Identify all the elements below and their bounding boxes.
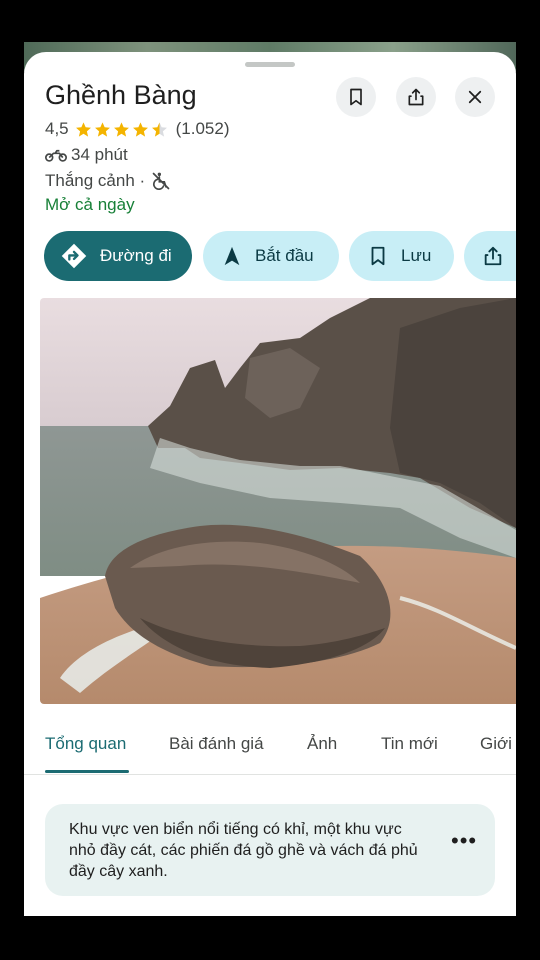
directions-icon [61,243,87,269]
tab-photos[interactable]: Ảnh [307,734,337,754]
navigation-arrow-icon [224,246,240,266]
close-button[interactable] [455,77,495,117]
place-title: Ghềnh Bàng [45,80,197,110]
place-photo[interactable] [40,298,516,704]
rating-row[interactable]: 4,5 (1.052) [45,119,230,139]
start-label: Bắt đầu [255,246,314,265]
more-options-icon[interactable]: ••• [451,828,477,854]
star-icon [113,121,129,137]
travel-time-row: 34 phút [45,145,128,165]
bookmark-icon [371,246,385,266]
save-chip[interactable]: Lưu [349,231,454,281]
rating-value: 4,5 [45,119,69,138]
active-tab-indicator [45,770,129,773]
start-button[interactable]: Bắt đầu [203,231,339,281]
share-icon [484,246,502,266]
place-sheet: Ghềnh Bàng 4,5 (1.052) 34 phút Thắng cản… [24,52,516,916]
star-icon [75,121,91,137]
save-label: Lưu [401,246,432,265]
category-label: Thắng cảnh · [45,171,146,190]
bookmark-icon [350,88,362,106]
tab-updates[interactable]: Tin mới [381,734,438,754]
no-wheelchair-icon [152,172,170,190]
description-text: Khu vực ven biển nổi tiếng có khỉ, một k… [69,821,418,880]
category-row: Thắng cảnh · [45,171,171,191]
description-card[interactable]: Khu vực ven biển nổi tiếng có khỉ, một k… [45,804,495,896]
open-hours: Mở cả ngày [45,195,135,214]
share-button[interactable] [396,77,436,117]
tab-reviews[interactable]: Bài đánh giá [169,734,264,754]
tab-bar: Tổng quan Bài đánh giá Ảnh Tin mới Giới [24,726,516,775]
motorbike-icon [45,149,67,162]
share-icon [408,88,424,106]
directions-label: Đường đi [100,246,172,265]
tab-about[interactable]: Giới [480,734,512,754]
rating-stars [75,121,170,138]
close-icon [468,90,482,104]
review-count: (1.052) [175,119,230,138]
beach-photo [40,298,516,704]
star-icon [132,121,148,137]
save-button[interactable] [336,77,376,117]
half-star-icon [151,121,167,137]
tab-overview[interactable]: Tổng quan [45,734,126,754]
drag-handle[interactable] [245,62,295,67]
star-icon [94,121,110,137]
travel-time: 34 phút [71,145,128,164]
directions-button[interactable]: Đường đi [44,231,192,281]
share-chip[interactable] [464,231,516,281]
